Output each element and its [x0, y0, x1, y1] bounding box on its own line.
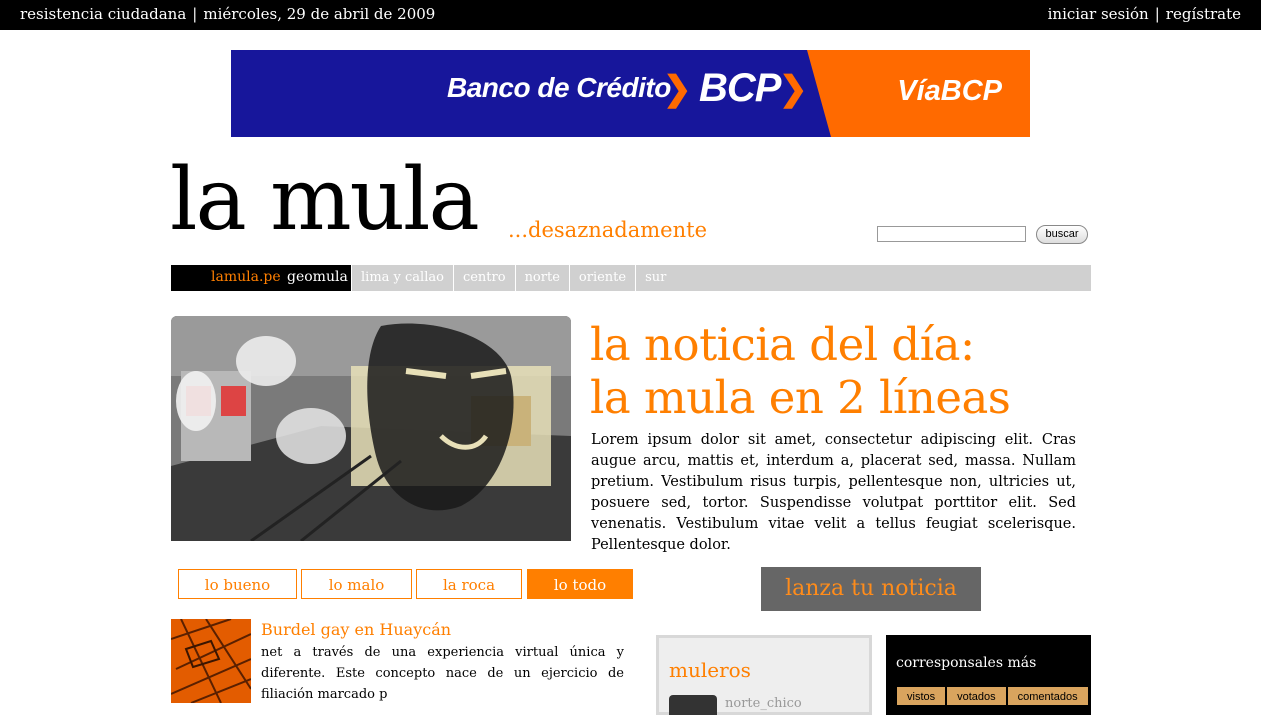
hero-image[interactable] [171, 316, 571, 541]
banner-chevron-icon: ❯ [779, 70, 808, 108]
muleros-title: muleros [669, 658, 751, 682]
headline-line-1: la noticia del día: [590, 318, 975, 371]
article-snippet: net a través de una experiencia virtual … [261, 645, 624, 702]
nav-item-centro[interactable]: centro [452, 265, 515, 291]
site-tagline: ...desaznadamente [508, 218, 707, 242]
corresponsales-tabs: vistos votados comentados [897, 687, 1088, 705]
login-link[interactable]: iniciar sesión [1048, 5, 1149, 23]
tab-comentados[interactable]: comentados [1007, 687, 1088, 705]
main-nav: lamula.pe geomula lima y callao centro n… [171, 265, 1091, 291]
top-bar: resistencia ciudadana | miércoles, 29 de a… [0, 0, 1261, 30]
search-button[interactable]: buscar [1036, 225, 1088, 244]
tab-la-roca[interactable]: la roca [416, 569, 522, 599]
nav-item-lima-y-callao[interactable]: lima y callao [351, 265, 453, 291]
tab-lo-bueno[interactable]: lo bueno [178, 569, 297, 599]
tab-lo-todo[interactable]: lo todo [527, 569, 633, 599]
nav-item-oriente[interactable]: oriente [568, 265, 635, 291]
site-slogan: resistencia ciudadana [20, 5, 187, 23]
map-thumbnail-icon [171, 619, 251, 703]
hero-photo-collage [171, 316, 571, 541]
search-input[interactable] [877, 226, 1026, 242]
nav-geomula-link[interactable]: geomula [287, 269, 348, 285]
headline[interactable]: la noticia del día: la mula en 2 líneas [590, 318, 1011, 424]
tab-vistos[interactable]: vistos [897, 687, 946, 705]
site-logo[interactable]: la mula [170, 150, 480, 250]
mulero-name[interactable]: norte_chico [725, 696, 802, 711]
topbar-right: iniciar sesión | regístrate [1047, 5, 1241, 23]
nav-regions: lima y callao centro norte oriente sur [351, 265, 675, 291]
banner-bank-name: Banco de Crédito [447, 72, 671, 103]
banner-ad[interactable]: Banco de Crédito ❯ BCP ❯ VíaBCP [231, 50, 1030, 137]
avatar[interactable] [669, 695, 717, 715]
nav-item-sur[interactable]: sur [635, 265, 675, 291]
topbar-left: resistencia ciudadana | miércoles, 29 de a… [20, 5, 436, 23]
banner-chevron-icon: ❯ [663, 70, 692, 108]
banner-brand: BCP [699, 66, 781, 110]
article-title[interactable]: Burdel gay en Huaycán [261, 620, 451, 639]
corresponsales-title: corresponsales más [896, 655, 1037, 671]
muleros-box: muleros norte_chico [656, 635, 872, 715]
tab-votados[interactable]: votados [947, 687, 1006, 705]
register-link[interactable]: regístrate [1166, 5, 1241, 23]
nav-home-block: lamula.pe geomula [171, 265, 351, 291]
nav-item-norte[interactable]: norte [514, 265, 569, 291]
banner-via: VíaBCP [897, 75, 1002, 107]
nav-home-link[interactable]: lamula.pe [211, 269, 281, 285]
headline-summary: Lorem ipsum dolor sit amet, consectetur … [591, 432, 1076, 553]
corresponsales-box: corresponsales más vistos votados coment… [886, 635, 1091, 715]
tab-lo-malo[interactable]: lo malo [301, 569, 412, 599]
article-thumbnail[interactable] [171, 619, 251, 703]
current-date: miércoles, 29 de abril de 2009 [203, 5, 436, 23]
headline-line-2: la mula en 2 líneas [590, 371, 1011, 424]
submit-news-button[interactable]: lanza tu noticia [761, 567, 981, 611]
